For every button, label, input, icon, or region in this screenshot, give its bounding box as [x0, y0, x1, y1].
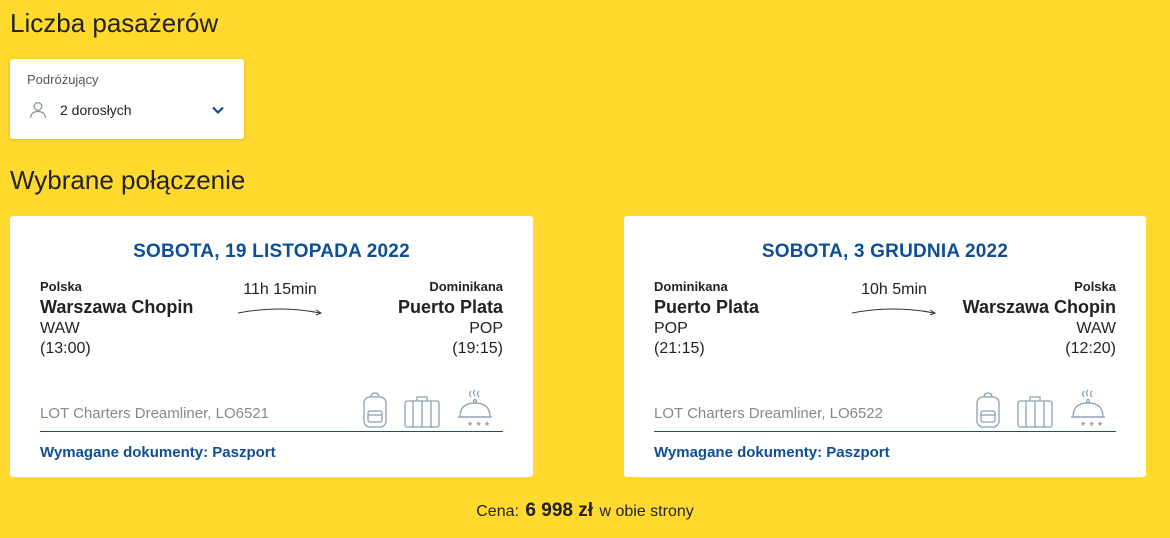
- arrival-time: (19:15): [452, 340, 503, 357]
- required-documents: Wymagane dokumenty: Paszport: [654, 444, 890, 461]
- price-amount: 6 998 zł: [525, 500, 594, 521]
- origin-code: POP: [654, 320, 688, 337]
- price-label: Cena:: [476, 503, 519, 520]
- origin-country: Polska: [40, 279, 82, 294]
- price-summary: Cena: 6 998 zł w obie strony: [0, 500, 1170, 522]
- selected-connection-heading: Wybrane połączenie: [10, 165, 246, 195]
- person-icon: [29, 102, 47, 119]
- destination-code: POP: [469, 320, 503, 337]
- destination-country: Dominikana: [429, 279, 503, 294]
- arrow-icon: [851, 308, 937, 316]
- suitcase-icon: [1017, 396, 1053, 428]
- passenger-selector[interactable]: Podróżujący 2 dorosłych: [10, 59, 244, 139]
- departure-time: (21:15): [654, 340, 705, 357]
- flight-card-outbound: SOBOTA, 19 LISTOPADA 2022 Polska Warszaw…: [10, 216, 533, 477]
- destination-country: Polska: [1074, 279, 1116, 294]
- meal-icon: ★ ★ ★: [458, 389, 492, 428]
- origin: Polska Warszawa Chopin WAW (13:00): [40, 279, 193, 358]
- duration-text: 11h 15min: [243, 281, 317, 298]
- passenger-value: 2 dorosłych: [60, 102, 132, 118]
- duration-text: 10h 5min: [861, 281, 927, 298]
- required-documents: Wymagane dokumenty: Paszport: [40, 444, 276, 461]
- chevron-down-icon[interactable]: [211, 105, 225, 115]
- backpack-icon: [363, 392, 387, 428]
- flight-duration: 10h 5min: [844, 281, 944, 316]
- flight-date: SOBOTA, 19 LISTOPADA 2022: [133, 241, 410, 262]
- flight-date: SOBOTA, 3 GRUDNIA 2022: [761, 241, 1009, 262]
- flight-card-return: SOBOTA, 3 GRUDNIA 2022 Dominikana Puerto…: [624, 216, 1146, 477]
- flight-duration: 11h 15min: [230, 281, 330, 316]
- departure-time: (13:00): [40, 340, 91, 357]
- arrival-time: (12:20): [1065, 340, 1116, 357]
- destination-city: Puerto Plata: [397, 297, 503, 317]
- passengers-heading: Liczba pasażerów: [10, 8, 219, 38]
- svg-text:★ ★ ★: ★ ★ ★: [467, 420, 490, 428]
- origin: Dominikana Puerto Plata POP (21:15): [654, 279, 759, 358]
- price-suffix: w obie strony: [599, 503, 694, 520]
- meal-icon: ★ ★ ★: [1071, 389, 1105, 428]
- backpack-icon: [976, 392, 1000, 428]
- origin-country: Dominikana: [654, 279, 728, 294]
- origin-code: WAW: [40, 320, 80, 337]
- origin-city: Warszawa Chopin: [40, 297, 194, 317]
- flight-info: LOT Charters Dreamliner, LO6522: [654, 405, 883, 422]
- svg-text:★ ★ ★: ★ ★ ★: [1080, 420, 1103, 428]
- destination: Polska Warszawa Chopin WAW (12:20): [963, 279, 1116, 358]
- flight-info: LOT Charters Dreamliner, LO6521: [40, 405, 269, 422]
- arrow-icon: [237, 308, 323, 316]
- origin-city: Puerto Plata: [654, 297, 760, 317]
- suitcase-icon: [404, 396, 440, 428]
- destination-city: Warszawa Chopin: [962, 297, 1116, 317]
- destination-code: WAW: [1076, 320, 1116, 337]
- passenger-label: Podróżujący: [27, 72, 99, 87]
- destination: Dominikana Puerto Plata POP (19:15): [398, 279, 503, 358]
